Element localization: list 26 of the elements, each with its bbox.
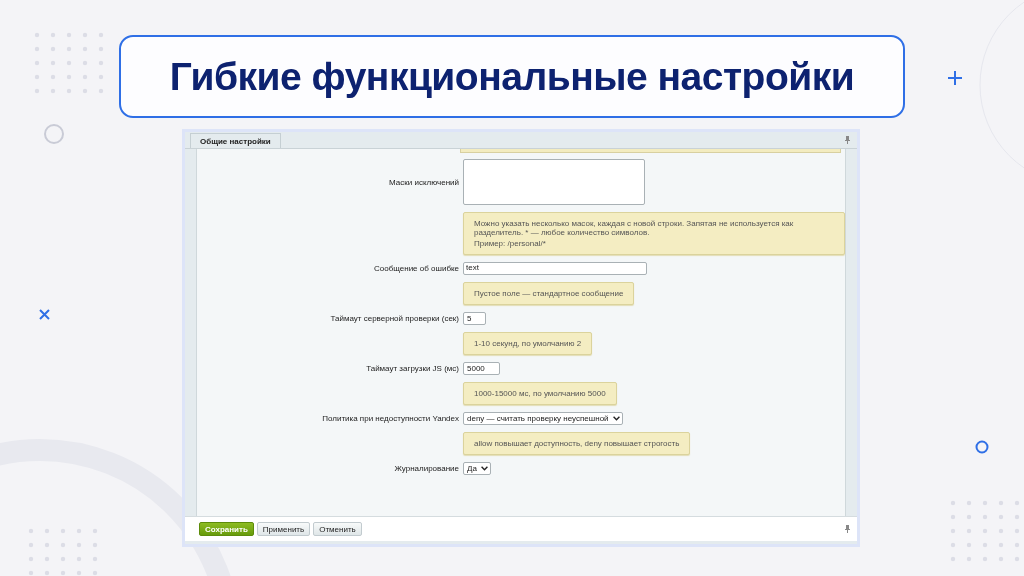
field-label: Маски исключений — [389, 177, 459, 187]
input-field[interactable]: 5 — [463, 312, 487, 325]
caret-icon — [612, 416, 620, 421]
hint-text: 1000-15000 мс, по умолчанию 5000 — [474, 389, 606, 398]
action-button[interactable]: Отменить — [313, 522, 362, 536]
dropdown[interactable]: deny — считать проверку неуспешной — [463, 412, 623, 425]
textarea-field[interactable] — [463, 159, 645, 205]
pin-icon[interactable] — [845, 525, 850, 533]
field-label: Журналирование — [394, 464, 459, 473]
hint-text: Пустое поле — стандартное сообщение — [474, 289, 624, 298]
caret-icon — [480, 466, 488, 471]
input-field[interactable]: 5000 — [463, 362, 500, 375]
hint-text: Пример: /personal/* — [474, 239, 547, 248]
settings-tab[interactable]: Общие настройки — [190, 133, 281, 148]
pin-icon[interactable] — [845, 136, 850, 144]
action-button[interactable]: Применить — [256, 522, 311, 536]
hint-text: allow повышает доступность, deny повышает строгость — [474, 439, 680, 448]
hint-text: 1-10 секунд, по умолчанию 2 — [474, 339, 582, 348]
field-label: Таймаут серверной проверки (сек) — [330, 314, 459, 323]
message-field[interactable]: text — [463, 262, 647, 275]
page-title: Гибкие функциональные настройки — [169, 54, 855, 99]
field-label: Сообщение об ошибке — [374, 264, 459, 273]
field-label: Таймаут загрузки JS (мс) — [366, 364, 459, 373]
field-label: Политика при недоступности Yandex — [322, 414, 459, 423]
dropdown[interactable]: Да — [463, 462, 491, 475]
hint-text: Можно указать несколько масок, каждая с новой строки. Запятая не используется как разделитель. * — любое количество символов. — [474, 219, 795, 237]
